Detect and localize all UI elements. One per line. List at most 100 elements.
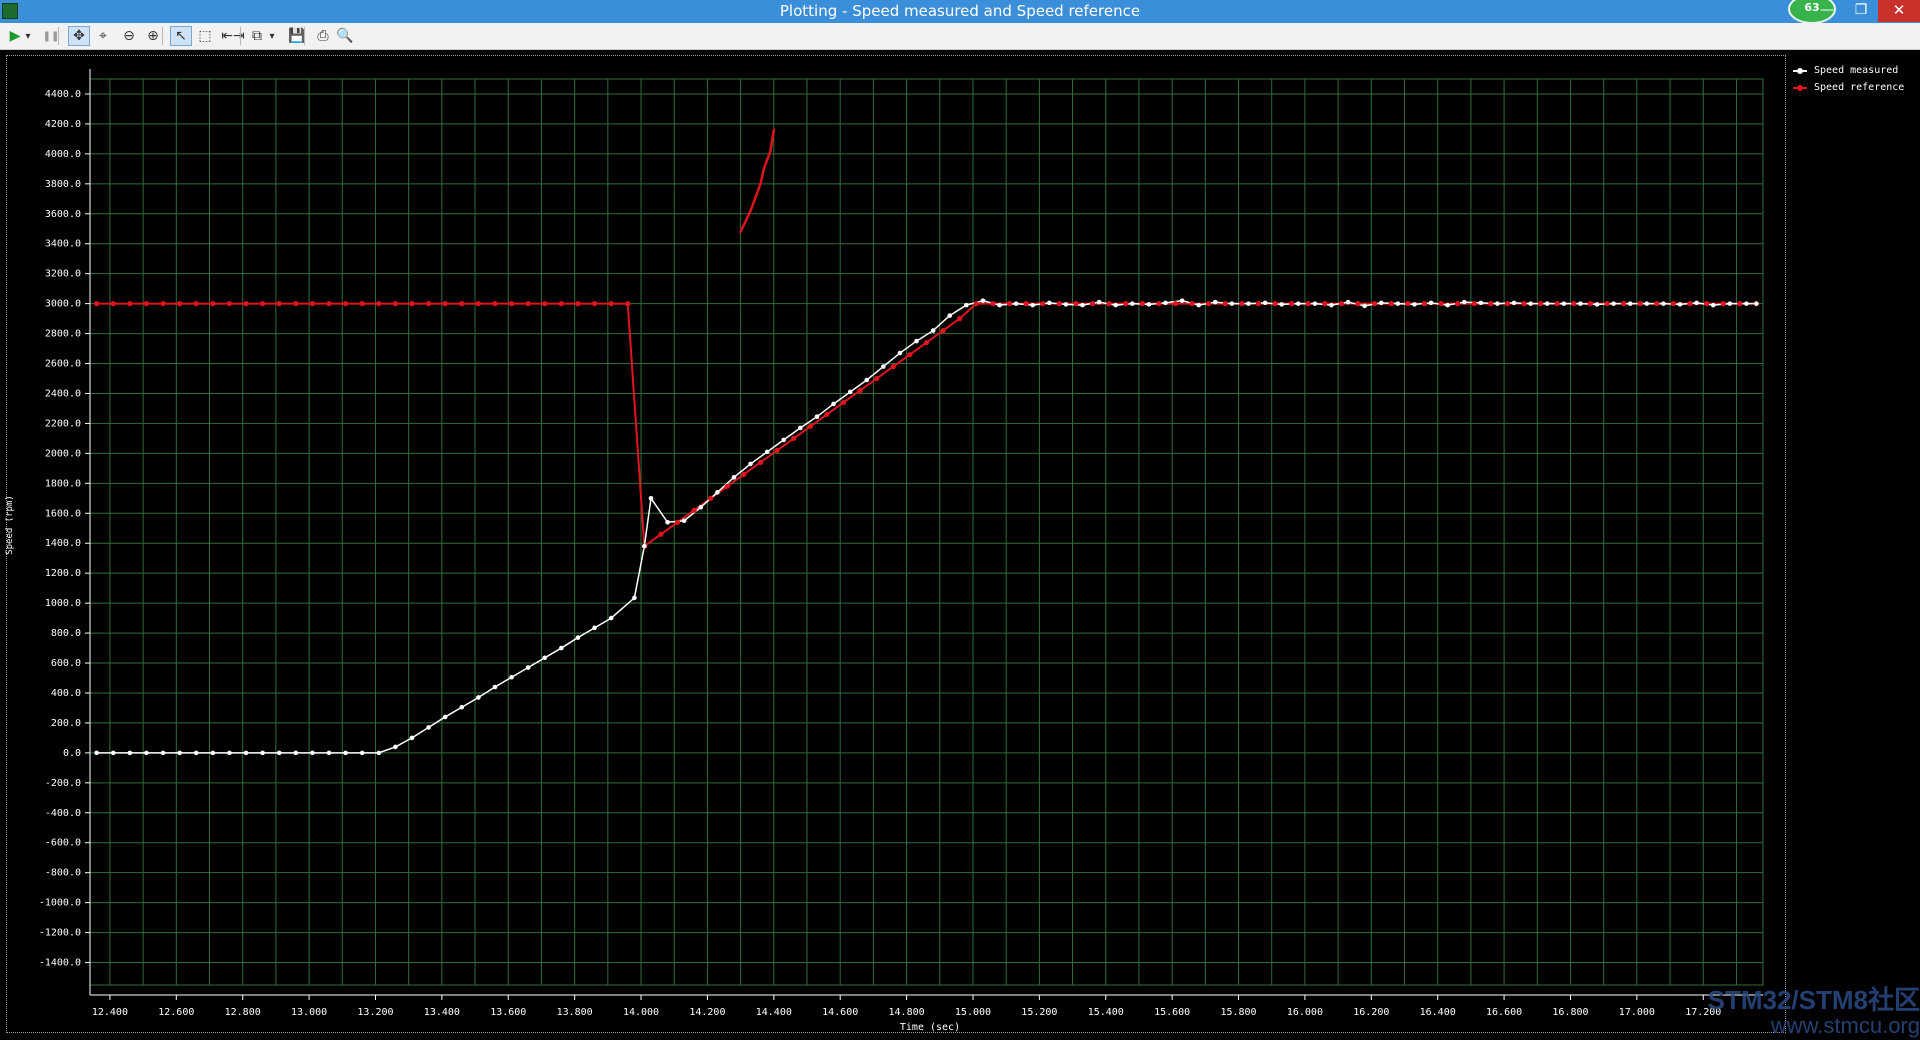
zoom-in-icon[interactable]: ⊕ (142, 26, 164, 46)
data-point-measured (1661, 301, 1666, 306)
data-point-measured (243, 750, 249, 756)
x-tick-label: 12.600 (158, 1007, 194, 1018)
y-tick-label: 1000.0 (45, 598, 81, 609)
pan-icon[interactable]: ✥ (68, 26, 90, 46)
data-point-measured (1030, 302, 1036, 308)
y-tick-label: 3600.0 (45, 209, 81, 220)
data-point-reference (376, 301, 382, 307)
y-tick-label: -1000.0 (39, 898, 81, 909)
data-point-measured (160, 750, 166, 756)
x-tick-label: 12.400 (92, 1007, 128, 1018)
y-tick-label: 1400.0 (45, 538, 81, 549)
data-point-reference (1355, 301, 1361, 307)
data-point-measured (748, 461, 753, 467)
data-point-measured (864, 377, 870, 383)
x-tick-label: 13.400 (424, 1007, 460, 1018)
data-point-measured (731, 475, 737, 480)
data-point-reference (475, 301, 481, 307)
data-point-reference (1421, 301, 1428, 307)
data-point-measured (1561, 301, 1567, 306)
data-point-measured (1212, 299, 1218, 305)
data-point-measured (698, 504, 704, 510)
data-point-measured (393, 744, 398, 750)
y-tick-label: 3000.0 (45, 299, 81, 310)
data-point-measured (1627, 301, 1633, 306)
data-point-reference (525, 301, 531, 307)
data-point-reference (127, 301, 133, 307)
zoom-fit-icon[interactable]: ⌖ (92, 26, 114, 46)
data-point-reference (1471, 301, 1477, 307)
data-point-measured (260, 750, 265, 756)
data-point-measured (1412, 302, 1417, 307)
data-point-measured (127, 750, 133, 756)
data-point-reference (1056, 301, 1062, 307)
print-icon[interactable]: ⎙ (312, 26, 334, 46)
plot-chart[interactable]: 4400.0 4200.0 4000.0 3800.0 3600.0 3400.0 3200… (0, 50, 1920, 1040)
y-axis-title: Speed (rpm) (5, 495, 15, 555)
x-tick-label: 15.200 (1021, 1007, 1057, 1018)
y-tick-label: 3400.0 (45, 239, 81, 250)
data-point-measured (1495, 301, 1500, 306)
y-tick-label: 3800.0 (45, 179, 81, 190)
data-point-measured (1262, 300, 1268, 306)
zoom-out-icon[interactable]: ⊖ (118, 26, 140, 46)
data-point-measured (359, 750, 365, 756)
data-point-reference (1720, 301, 1726, 307)
data-point-measured (1694, 300, 1699, 306)
x-axis-title: Time (sec) (899, 1022, 961, 1033)
data-point-measured (426, 725, 431, 730)
y-tick-label: -1200.0 (39, 928, 81, 939)
data-point-reference (293, 301, 299, 307)
data-point-reference (1488, 301, 1494, 307)
y-tick-label: 0.0 (63, 748, 81, 759)
data-point-reference (708, 495, 714, 501)
series-line-measured (96, 299, 1757, 754)
data-point-reference (1289, 301, 1295, 307)
data-point-measured (1130, 301, 1135, 306)
data-point-measured (1146, 302, 1152, 307)
data-point-reference (492, 301, 498, 307)
toolbar-separator (162, 27, 163, 45)
data-point-measured (1528, 301, 1533, 306)
select-rect-icon[interactable]: ⬚ (194, 26, 216, 46)
data-point-reference (1537, 301, 1544, 307)
data-point-measured (1196, 302, 1201, 308)
data-point-measured (459, 704, 465, 710)
minimize-button[interactable]: — (1810, 0, 1844, 22)
data-point-reference (260, 301, 266, 307)
data-point-reference (1222, 301, 1228, 307)
y-tick-label: 2600.0 (45, 359, 81, 370)
data-point-measured (1710, 302, 1716, 308)
plot-area-frame (89, 78, 1764, 986)
print-preview-icon[interactable]: 🔍 (334, 26, 356, 46)
data-point-reference (1272, 301, 1278, 307)
data-point-reference (1554, 301, 1560, 307)
y-tick-label: 1800.0 (45, 478, 81, 489)
data-point-measured (210, 750, 216, 756)
select-pointer-icon[interactable]: ↖ (170, 26, 192, 46)
data-point-measured (1594, 302, 1600, 307)
data-point-measured (847, 389, 853, 395)
copy-dropdown-icon[interactable]: ▾ (266, 26, 278, 46)
data-point-measured (1312, 301, 1318, 306)
x-tick-label: 14.000 (623, 1007, 659, 1018)
maximize-button[interactable]: ❐ (1844, 0, 1878, 22)
data-point-measured (1395, 301, 1401, 306)
data-point-measured (193, 750, 199, 756)
y-tick-label: 1600.0 (45, 508, 81, 519)
copy-icon[interactable]: ⧉ (246, 26, 268, 46)
close-button[interactable]: ✕ (1878, 0, 1920, 22)
x-tick-label: 16.800 (1552, 1007, 1588, 1018)
data-point-measured (1511, 300, 1517, 306)
data-point-reference (890, 363, 896, 370)
data-point-reference (1006, 301, 1013, 307)
run-dropdown-icon[interactable]: ▾ (22, 26, 34, 46)
data-point-measured (608, 615, 614, 621)
data-point-reference (226, 301, 233, 307)
annotation-stroke (739, 128, 776, 233)
x-tick-label: 16.600 (1486, 1007, 1522, 1018)
data-point-reference (1654, 301, 1660, 307)
data-point-measured (276, 750, 282, 756)
data-point-reference (674, 519, 681, 525)
data-point-measured (781, 437, 787, 443)
